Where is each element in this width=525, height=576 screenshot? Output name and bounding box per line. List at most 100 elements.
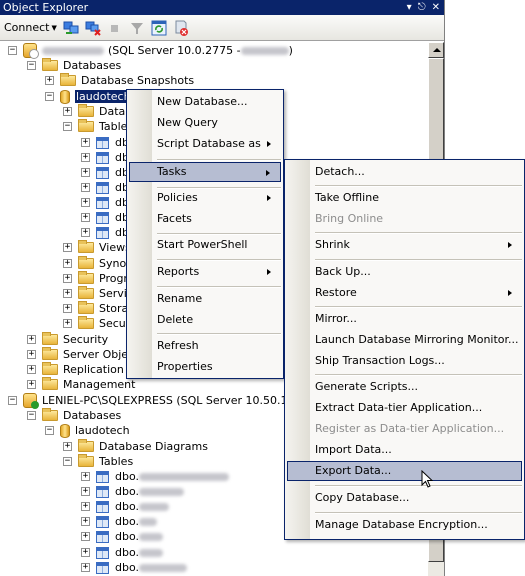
menu-item-register-data-tier[interactable]: Register as Data-tier Application... — [287, 419, 522, 439]
tree-node-tables[interactable]: − Tables — [63, 454, 133, 469]
collapse-icon[interactable]: − — [45, 426, 54, 435]
table-node[interactable]: + dbo. — [81, 545, 163, 560]
tree-node-tables[interactable]: − Tables — [63, 119, 133, 134]
table-node[interactable]: + dbo. — [81, 529, 163, 544]
table-node[interactable]: + db — [81, 135, 129, 150]
table-node[interactable]: + db — [81, 165, 129, 180]
expand-icon[interactable]: + — [27, 365, 36, 374]
menu-item-facets[interactable]: Facets — [129, 209, 281, 229]
table-node[interactable]: + db — [81, 150, 129, 165]
menu-item-refresh[interactable]: Refresh — [129, 336, 281, 356]
tree-node-database-diagrams[interactable]: + Datab — [63, 104, 132, 119]
expand-icon[interactable]: + — [81, 548, 90, 557]
refresh-icon[interactable] — [151, 20, 167, 36]
menu-item-launch-mirroring-monitor[interactable]: Launch Database Mirroring Monitor... — [287, 330, 522, 350]
table-node[interactable]: + db — [81, 180, 129, 195]
scroll-up-button[interactable] — [428, 42, 444, 58]
collapse-icon[interactable]: − — [45, 92, 54, 101]
tree-node-storage[interactable]: + Storag — [63, 301, 135, 316]
menu-item-reports[interactable]: Reports — [129, 262, 281, 282]
menu-item-new-query[interactable]: New Query — [129, 113, 281, 133]
menu-item-ship-transaction-logs[interactable]: Ship Transaction Logs... — [287, 351, 522, 371]
menu-item-extract-data-tier[interactable]: Extract Data-tier Application... — [287, 398, 522, 418]
expand-icon[interactable]: + — [63, 442, 72, 451]
expand-icon[interactable]: + — [63, 259, 72, 268]
table-node[interactable]: + dbo. — [81, 499, 169, 514]
expand-icon[interactable]: + — [27, 335, 36, 344]
menu-item-mirror[interactable]: Mirror... — [287, 309, 522, 329]
expand-icon[interactable]: + — [81, 487, 90, 496]
tree-node-database-snapshots[interactable]: + Database Snapshots — [45, 73, 194, 88]
tree-node-database-diagrams[interactable]: + Database Diagrams — [63, 439, 208, 454]
expand-icon[interactable]: + — [63, 274, 72, 283]
expand-icon[interactable]: + — [27, 350, 36, 359]
collapse-icon[interactable]: − — [63, 457, 72, 466]
expand-icon[interactable]: + — [63, 289, 72, 298]
menu-item-take-offline[interactable]: Take Offline — [287, 188, 522, 208]
expand-icon[interactable]: + — [63, 243, 72, 252]
menu-item-rename[interactable]: Rename — [129, 289, 281, 309]
expand-icon[interactable]: + — [81, 517, 90, 526]
expand-icon[interactable]: + — [27, 380, 36, 389]
close-icon[interactable]: ✕ — [432, 0, 440, 15]
tree-node-databases[interactable]: − Databases — [27, 408, 121, 423]
menu-item-import-data[interactable]: Import Data... — [287, 440, 522, 460]
stop-icon[interactable] — [107, 20, 123, 36]
pin-icon[interactable]: ⎋ — [418, 0, 426, 15]
table-node[interactable]: + db — [81, 195, 129, 210]
menu-item-copy-database[interactable]: Copy Database... — [287, 488, 522, 508]
menu-item-generate-scripts[interactable]: Generate Scripts... — [287, 377, 522, 397]
table-node[interactable]: + dbo. — [81, 514, 157, 529]
expand-icon[interactable]: + — [81, 198, 90, 207]
collapse-icon[interactable]: − — [8, 46, 17, 55]
menu-item-script-database-as[interactable]: Script Database as — [129, 134, 281, 154]
table-node[interactable]: + dbo. — [81, 469, 229, 484]
disconnect-icon[interactable] — [85, 20, 101, 36]
tree-node-db-security[interactable]: + Securi — [63, 316, 133, 331]
expand-icon[interactable]: + — [45, 76, 54, 85]
tree-node-server1[interactable]: − (SQL Server 10.0.2775 - ) — [8, 43, 293, 59]
menu-item-tasks[interactable]: Tasks — [129, 162, 281, 182]
expand-icon[interactable]: + — [81, 472, 90, 481]
expand-icon[interactable]: + — [81, 502, 90, 511]
tree-node-databases[interactable]: − Databases — [27, 58, 121, 73]
tree-node-server-objects[interactable]: + Server Object — [27, 347, 138, 362]
expand-icon[interactable]: + — [81, 168, 90, 177]
expand-icon[interactable]: + — [81, 153, 90, 162]
tree-node-laudotech[interactable]: − laudotech — [45, 89, 133, 104]
collapse-icon[interactable]: − — [27, 61, 36, 70]
collapse-icon[interactable]: − — [27, 411, 36, 420]
menu-item-back-up[interactable]: Back Up... — [287, 262, 522, 282]
table-node[interactable]: + db — [81, 210, 129, 225]
expand-icon[interactable]: + — [81, 563, 90, 572]
filter-icon[interactable] — [129, 20, 145, 36]
table-node[interactable]: + dbo. — [81, 484, 184, 499]
menu-item-detach[interactable]: Detach... — [287, 162, 522, 182]
tree-node-synonyms[interactable]: + Synon — [63, 256, 133, 271]
expand-icon[interactable]: + — [81, 532, 90, 541]
menu-item-bring-online[interactable]: Bring Online — [287, 209, 522, 229]
tree-node-security[interactable]: + Security — [27, 332, 108, 347]
tree-node-replication[interactable]: + Replication — [27, 362, 124, 377]
expand-icon[interactable]: + — [63, 319, 72, 328]
collapse-icon[interactable]: − — [63, 122, 72, 131]
window-position-icon[interactable]: ▾ — [407, 0, 412, 15]
expand-icon[interactable]: + — [81, 213, 90, 222]
menu-item-shrink[interactable]: Shrink — [287, 235, 522, 255]
menu-item-properties[interactable]: Properties — [129, 357, 281, 377]
table-node[interactable]: + dbo. — [81, 560, 187, 575]
menu-item-manage-encryption[interactable]: Manage Database Encryption... — [287, 515, 522, 535]
table-node[interactable]: + db — [81, 225, 129, 240]
expand-icon[interactable]: + — [81, 183, 90, 192]
collapse-icon[interactable]: − — [8, 396, 17, 405]
expand-icon[interactable]: + — [81, 138, 90, 147]
tree-node-management[interactable]: + Management — [27, 377, 135, 392]
tree-node-service-broker[interactable]: + Servic — [63, 286, 133, 301]
menu-item-restore[interactable]: Restore — [287, 283, 522, 303]
menu-item-start-powershell[interactable]: Start PowerShell — [129, 235, 281, 255]
expand-icon[interactable]: + — [81, 228, 90, 237]
stop-powershell-icon[interactable] — [173, 20, 189, 36]
connect-button[interactable]: Connect ▼ — [4, 21, 57, 34]
menu-item-export-data[interactable]: Export Data... — [287, 461, 522, 481]
connect-object-explorer-icon[interactable] — [63, 20, 79, 36]
